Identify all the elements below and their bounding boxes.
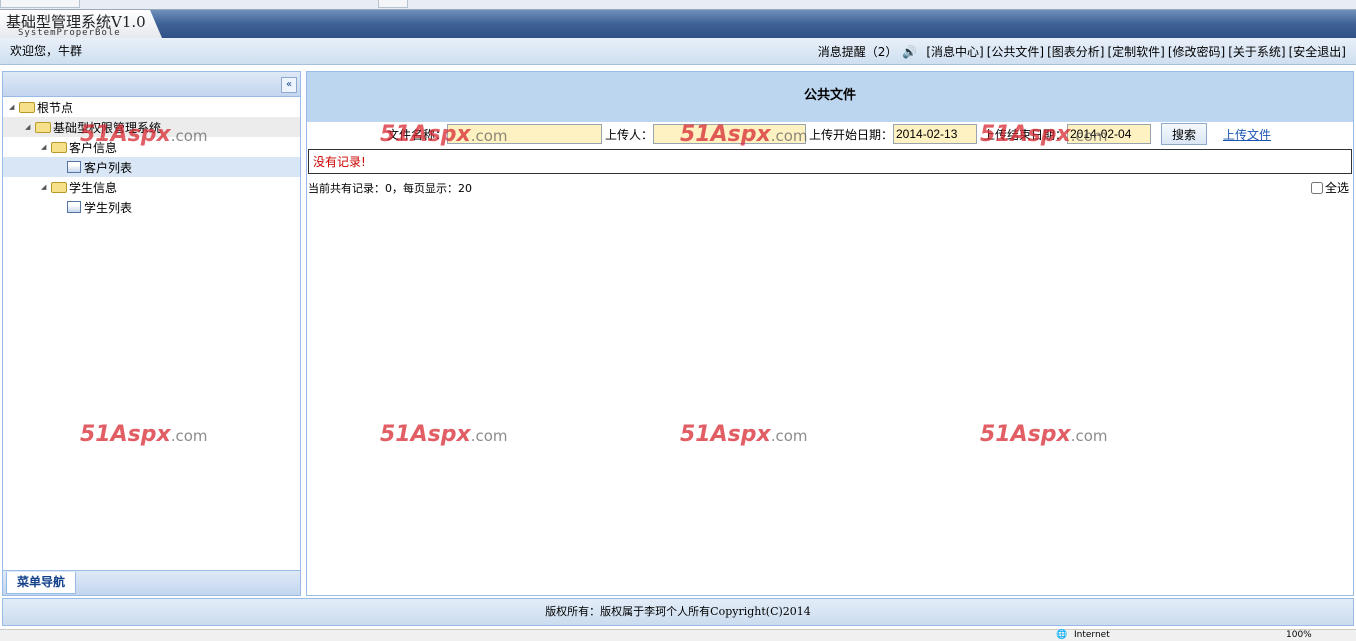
nav-custom-software[interactable]: [定制软件] [1108,43,1165,60]
nav-message-center[interactable]: [消息中心] [926,43,983,60]
start-date-input[interactable] [893,124,977,144]
end-date-label: 上传结束日期： [983,128,1068,142]
nav-public-files[interactable]: [公共文件] [987,43,1044,60]
uploader-input[interactable] [653,124,806,144]
folder-icon [35,121,51,133]
page-icon [67,161,81,173]
file-name-label: 文件名称： [387,128,448,142]
tree-node-root[interactable]: ◢ 根节点 [3,97,300,117]
page-title: 公共文件 [307,72,1353,122]
browser-tabstrip [0,0,1356,10]
nav-about[interactable]: [关于系统] [1228,43,1285,60]
folder-icon [51,141,67,153]
file-name-input[interactable] [447,124,602,144]
welcome-bar: 欢迎您，牛群 消息提醒（2） 🔊 [消息中心] [公共文件] [图表分析] [定… [0,38,1356,65]
footer: 版权所有：版权属于李珂个人所有Copyright(C)2014 [2,598,1354,626]
tab-menu-nav[interactable]: 菜单导航 [6,572,76,594]
expand-arrow-icon[interactable]: ◢ [41,143,51,151]
tree-label: 学生列表 [84,200,133,215]
tree-node-customer-list[interactable]: 客户列表 [3,157,300,177]
globe-icon: 🌐 [1056,630,1068,640]
speaker-icon: 🔊 [902,44,918,59]
sidebar: « ◢ 根节点 ◢ 基础型权限管理系统 ◢ 客户信息 客户列表 ◢ 学生信息 学生列表 … [2,71,301,596]
notice-text[interactable]: 消息提醒（2） [818,43,898,60]
folder-icon [19,101,35,113]
folder-icon [51,181,67,193]
record-count: 当前共有记录：0，每页显示：20 [308,182,472,195]
start-date-label: 上传开始日期： [809,128,894,142]
search-button[interactable]: 搜索 [1161,123,1207,145]
expand-arrow-icon[interactable]: ◢ [9,103,19,111]
tree-node-system[interactable]: ◢ 基础型权限管理系统 [3,117,300,137]
tree-label: 基础型权限管理系统 [53,120,162,135]
browser-tab[interactable] [0,0,80,8]
browser-tab[interactable] [378,0,408,8]
uploader-label: 上传人： [605,128,654,142]
sidebar-header: « [3,72,300,97]
header-banner: 基础型管理系统V1.0 SystemProperBole [0,10,1356,38]
sidebar-footer: 菜单导航 [3,570,300,595]
tree-label: 客户列表 [84,160,133,175]
app-subtitle: SystemProperBole [18,28,121,38]
main-panel: 公共文件 文件名称： 上传人： 上传开始日期： 上传结束日期： 搜索 上传文件 … [306,71,1354,596]
page-icon [67,201,81,213]
no-records-message: 没有记录! [308,149,1352,174]
expand-arrow-icon[interactable]: ◢ [41,183,51,191]
zone-text: Internet [1074,630,1110,640]
upload-file-link[interactable]: 上传文件 [1223,126,1271,143]
top-nav: 消息提醒（2） 🔊 [消息中心] [公共文件] [图表分析] [定制软件] [修… [818,43,1346,60]
tree-node-student-info[interactable]: ◢ 学生信息 [3,177,300,197]
welcome-text: 欢迎您，牛群 [10,44,83,58]
tree-label: 根节点 [37,100,74,115]
expand-arrow-icon[interactable]: ◢ [25,123,35,131]
select-all-checkbox[interactable] [1310,181,1323,194]
zoom-level[interactable]: 100% [1286,630,1312,640]
browser-status-bar: 🌐 Internet 100% [0,629,1356,641]
tree-node-student-list[interactable]: 学生列表 [3,197,300,217]
nav-chart-analysis[interactable]: [图表分析] [1047,43,1104,60]
nav-change-password[interactable]: [修改密码] [1168,43,1225,60]
end-date-input[interactable] [1067,124,1151,144]
select-all-label: 全选 [1324,181,1349,195]
tree-label: 客户信息 [69,140,118,155]
collapse-button[interactable]: « [281,77,297,93]
logo: 基础型管理系统V1.0 SystemProperBole [0,10,162,38]
select-all[interactable]: 全选 [1310,179,1349,196]
nav-logout[interactable]: [安全退出] [1289,43,1346,60]
tree-label: 学生信息 [69,180,118,195]
tree-node-customer-info[interactable]: ◢ 客户信息 [3,137,300,157]
